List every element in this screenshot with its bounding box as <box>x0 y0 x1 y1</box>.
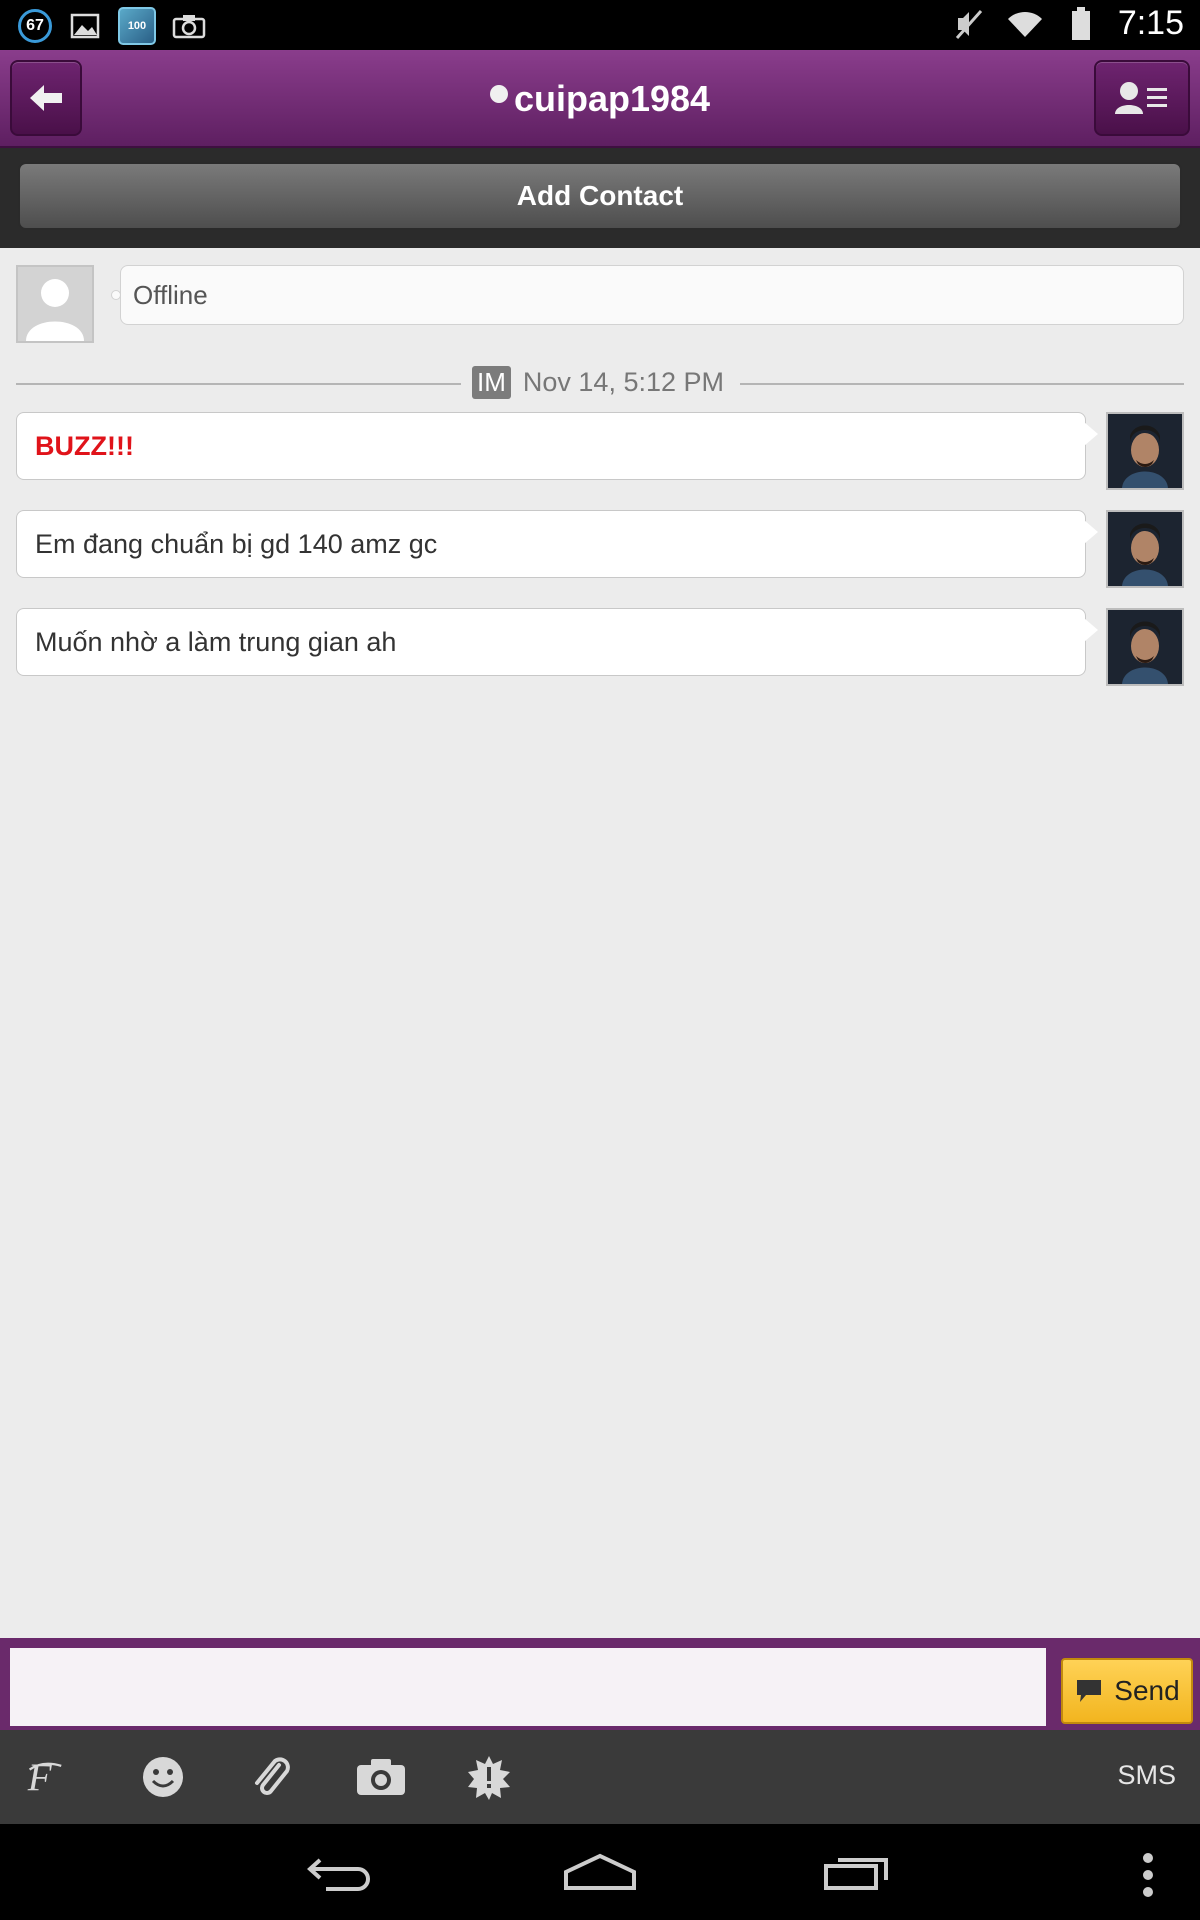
message-input[interactable] <box>10 1648 1046 1726</box>
nav-back-icon[interactable] <box>306 1852 378 1892</box>
composer: Send <box>0 1638 1200 1730</box>
composer-toolbar: F SMS <box>0 1730 1200 1824</box>
font-icon[interactable]: F <box>24 1750 78 1804</box>
contact-status-row: Offline <box>16 265 1184 345</box>
profile-menu-button[interactable] <box>1094 60 1190 136</box>
contact-status-text: Offline <box>120 265 1184 325</box>
nav-home-icon[interactable] <box>562 1852 638 1892</box>
bubble-tail <box>1084 618 1098 642</box>
attachment-icon[interactable] <box>244 1750 298 1804</box>
svg-text:F: F <box>27 1756 53 1799</box>
camera-notification-icon <box>170 7 208 45</box>
sender-avatar[interactable] <box>1106 412 1184 490</box>
battery-icon <box>1062 5 1100 43</box>
status-bar: 67 100 7:15 <box>0 0 1200 50</box>
message-row: BUZZ!!! <box>16 412 1184 492</box>
message-bubble-buzz[interactable]: BUZZ!!! <box>16 412 1086 480</box>
presence-dot <box>489 85 508 103</box>
bubble-tail <box>1084 520 1098 544</box>
message-bubble[interactable]: Muốn nhờ a làm trung gian ah <box>16 608 1086 676</box>
sms-toggle[interactable]: SMS <box>1117 1760 1176 1791</box>
date-separator: IM Nov 14, 5:12 PM <box>16 366 1184 402</box>
game-app-icon: 100 <box>118 7 156 45</box>
mute-icon <box>950 5 988 43</box>
sender-avatar[interactable] <box>1106 510 1184 588</box>
profile-menu-icon <box>1115 82 1167 114</box>
message-timestamp: Nov 14, 5:12 PM <box>518 367 728 398</box>
sender-avatar[interactable] <box>1106 608 1184 686</box>
contact-avatar[interactable] <box>16 265 94 343</box>
wifi-icon <box>1006 5 1044 43</box>
system-nav-bar <box>0 1824 1200 1920</box>
gallery-icon <box>66 7 104 45</box>
chat-header: cuipap1984 <box>0 50 1200 148</box>
message-row: Em đang chuẩn bị gd 140 amz gc <box>16 510 1184 590</box>
send-button[interactable]: Send <box>1061 1658 1193 1724</box>
chat-bubble-icon <box>1077 1680 1102 1702</box>
emoji-icon[interactable] <box>136 1750 190 1804</box>
nav-recents-icon[interactable] <box>822 1852 892 1892</box>
page-title-wrap: cuipap1984 <box>0 78 1200 120</box>
im-badge: IM <box>472 366 511 399</box>
add-contact-button[interactable]: Add Contact <box>18 162 1182 230</box>
send-label: Send <box>1114 1675 1180 1706</box>
add-contact-bar: Add Contact <box>0 148 1200 248</box>
bubble-tail <box>1084 422 1098 446</box>
clock: 7:15 <box>1117 4 1184 42</box>
notification-count-badge: 67 <box>18 9 52 43</box>
message-row: Muốn nhờ a làm trung gian ah <box>16 608 1184 688</box>
message-bubble[interactable]: Em đang chuẩn bị gd 140 amz gc <box>16 510 1086 578</box>
camera-icon[interactable] <box>354 1750 408 1804</box>
buzz-icon[interactable] <box>462 1750 516 1804</box>
nav-overflow-menu-icon[interactable] <box>1140 1852 1156 1898</box>
page-title: cuipap1984 <box>513 78 711 119</box>
